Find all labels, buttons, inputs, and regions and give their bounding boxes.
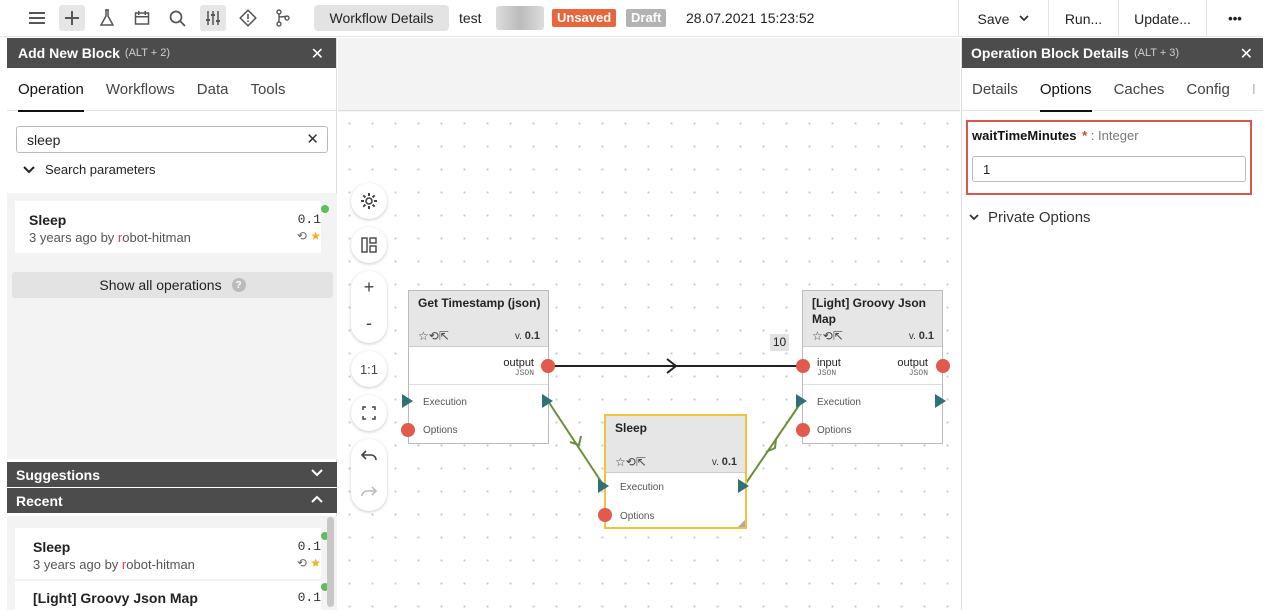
execution-out-port[interactable] (738, 479, 749, 493)
options-port[interactable] (598, 508, 612, 522)
block-icons: ☆⟲⇱ (812, 329, 843, 343)
block-sleep[interactable]: Sleep ☆⟲⇱ v. 0.1 Execution Options (604, 414, 747, 529)
details-panel-header: Operation Block Details (ALT + 3) ✕ (962, 38, 1263, 68)
execution-in-port[interactable] (796, 394, 807, 408)
block-header: [Light] Groovy Json Map ☆⟲⇱ v. 0.1 (803, 291, 942, 347)
execution-label: Execution (620, 482, 664, 493)
block-groovy-json-map[interactable]: [Light] Groovy Json Map ☆⟲⇱ v. 0.1 input… (802, 290, 943, 444)
output-port-label: output (503, 357, 534, 369)
tab-details[interactable]: Details (972, 68, 1018, 111)
output-port-type: JSON (514, 369, 534, 378)
history-icon[interactable]: ⟲ (626, 455, 636, 469)
input-port-label: input (817, 357, 841, 369)
block-header: Sleep ☆⟲⇱ v. 0.1 (606, 416, 745, 473)
version-number: 0.1 (524, 330, 540, 342)
block-icons: ☆⟲⇱ (418, 329, 449, 343)
block-title: Sleep (615, 421, 648, 435)
export-icon[interactable]: ⇱ (439, 329, 449, 343)
private-options-toggle[interactable]: Private Options (969, 209, 1091, 226)
options-label: Options (423, 425, 458, 436)
input-port[interactable] (796, 359, 810, 373)
tab-overflow[interactable]: I (1252, 68, 1256, 111)
execution-label: Execution (423, 397, 467, 408)
execution-out-port[interactable] (935, 394, 946, 408)
block-icons: ☆⟲⇱ (615, 455, 646, 469)
tab-caches[interactable]: Caches (1114, 68, 1165, 111)
operation-block-details-panel: Operation Block Details (ALT + 3) ✕ Deta… (961, 38, 1263, 610)
tab-options[interactable]: Options (1039, 68, 1092, 112)
export-icon[interactable]: ⇱ (636, 455, 646, 469)
chevron-down-icon (969, 214, 979, 221)
options-label: Options (620, 511, 655, 522)
block-get-timestamp[interactable]: Get Timestamp (json) ☆⟲⇱ v. 0.1 output J… (408, 290, 549, 444)
connection-count-badge: 10 (770, 334, 789, 351)
version-number: 0.1 (721, 456, 737, 468)
version-prefix: v. (908, 331, 916, 342)
parameter-name: waitTimeMinutes (972, 128, 1077, 143)
history-icon[interactable]: ⟲ (823, 329, 833, 343)
options-label: Options (817, 425, 852, 436)
block-header: Get Timestamp (json) ☆⟲⇱ v. 0.1 (409, 291, 548, 347)
shortcut-hint: (ALT + 3) (1133, 47, 1180, 59)
parameter-label: waitTimeMinutes * : Integer (972, 128, 1139, 143)
execution-out-port[interactable] (542, 394, 553, 408)
star-outline-icon[interactable]: ☆ (812, 329, 823, 343)
close-icon[interactable]: ✕ (1240, 44, 1253, 64)
output-port[interactable] (541, 359, 555, 373)
execution-in-port[interactable] (402, 394, 413, 408)
star-outline-icon[interactable]: ☆ (418, 329, 429, 343)
version-prefix: v. (514, 331, 522, 342)
execution-connection-out[interactable] (743, 400, 803, 487)
block-title: [Light] Groovy Json Map (812, 296, 926, 326)
parameter-value: 1 (983, 161, 991, 177)
output-port-label: output (897, 357, 928, 369)
block-version: v. 0.1 (909, 330, 934, 342)
options-port[interactable] (401, 423, 415, 437)
block-version: v. 0.1 (515, 330, 540, 342)
version-prefix: v. (711, 457, 719, 468)
options-port[interactable] (796, 423, 810, 437)
wait-time-minutes-input[interactable]: 1 (972, 156, 1246, 182)
private-options-label: Private Options (988, 209, 1091, 226)
block-title: Get Timestamp (json) (418, 296, 541, 310)
output-port[interactable] (936, 359, 950, 373)
panel-title: Operation Block Details (971, 45, 1129, 61)
required-marker: * (1082, 128, 1088, 143)
input-port-type: JSON (817, 369, 837, 378)
block-version: v. 0.1 (712, 456, 737, 468)
details-tabs: Details Options Caches Config I (962, 68, 1263, 112)
version-number: 0.1 (918, 330, 934, 342)
tab-config[interactable]: Config (1186, 68, 1229, 111)
execution-label: Execution (817, 397, 861, 408)
parameter-type: : Integer (1090, 128, 1139, 143)
history-icon[interactable]: ⟲ (429, 329, 439, 343)
star-outline-icon[interactable]: ☆ (615, 455, 626, 469)
execution-in-port[interactable] (598, 479, 609, 493)
output-port-type: JSON (908, 369, 928, 378)
parameter-wait-time-minutes: waitTimeMinutes * : Integer 1 (966, 120, 1252, 195)
resize-handle[interactable] (738, 520, 745, 527)
export-icon[interactable]: ⇱ (833, 329, 843, 343)
